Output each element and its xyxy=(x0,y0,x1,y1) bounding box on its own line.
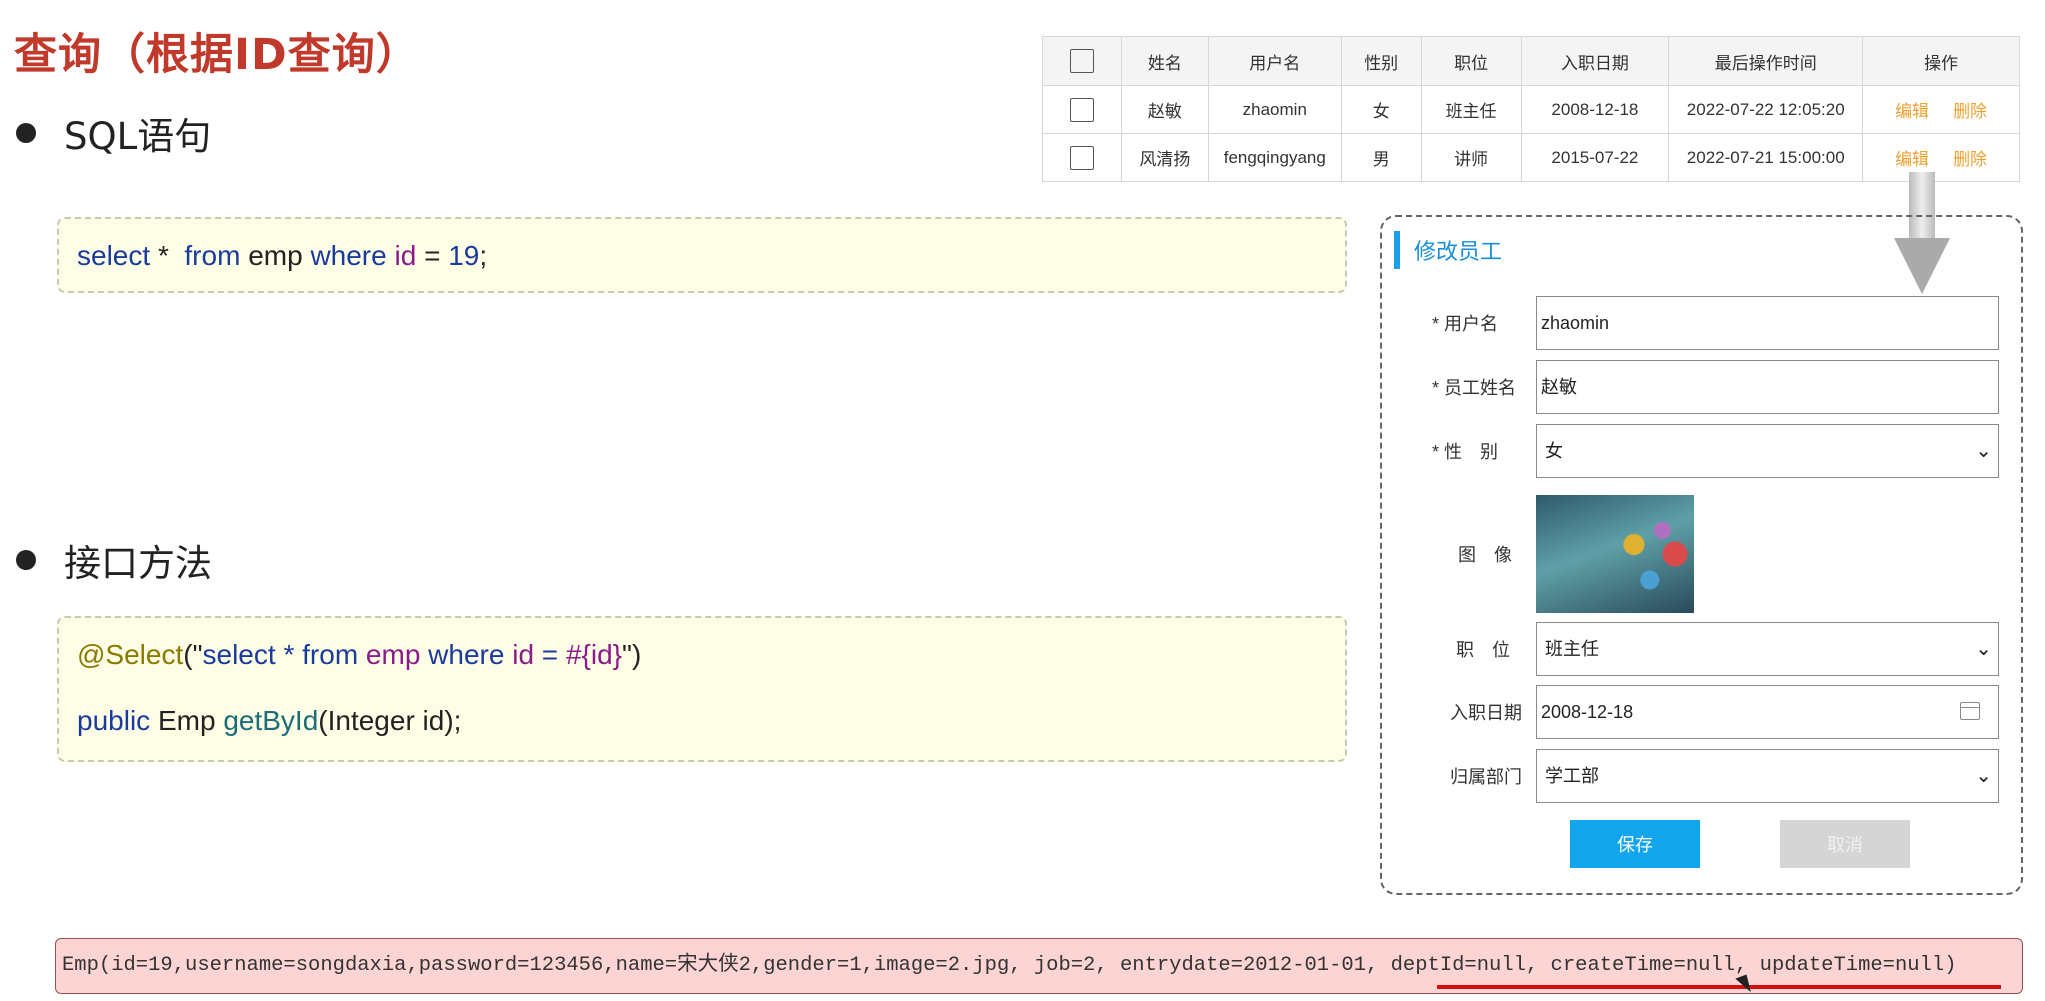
cell-entry-date: 2008-12-18 xyxy=(1520,85,1670,134)
dialog-header: 修改员工 xyxy=(1394,231,1502,269)
code-token: public xyxy=(77,705,151,736)
column-header: 入职日期 xyxy=(1520,36,1670,86)
signature-line: public Emp getById(Integer id); xyxy=(77,704,1327,738)
column-header: 用户名 xyxy=(1207,36,1342,86)
dialog-title: 修改员工 xyxy=(1414,239,1503,264)
code-token: * xyxy=(157,240,169,271)
code-token: select xyxy=(77,240,151,271)
code-token: from xyxy=(184,240,241,271)
edit-employee-dialog: 修改员工 * 用户名 zhaomin * 员工姓名 赵敏 * 性 别 女 ⌄ 图… xyxy=(1380,215,2023,895)
table-row: 赵敏 zhaomin 女 班主任 2008-12-18 2022-07-22 1… xyxy=(1042,85,2020,134)
code-token: select xyxy=(202,639,276,670)
cell-gender: 男 xyxy=(1340,133,1422,182)
page-title: 查询（根据ID查询） xyxy=(14,30,420,80)
cell-name: 赵敏 xyxy=(1120,85,1209,134)
calendar-icon[interactable] xyxy=(1960,702,1980,720)
dept-row: 归属部门 学工部 ⌄ xyxy=(1382,749,2025,805)
cancel-button[interactable]: 取消 xyxy=(1780,820,1910,868)
section-label: SQL语句 xyxy=(64,115,212,158)
column-header: 职位 xyxy=(1420,36,1522,86)
edit-link[interactable]: 编辑 xyxy=(1895,102,1929,121)
cell-actions: 编辑 删除 xyxy=(1862,133,2020,182)
job-value: 班主任 xyxy=(1545,639,1599,659)
table-header-row: 姓名 用户名 性别 职位 入职日期 最后操作时间 操作 xyxy=(1042,36,2020,86)
column-header: 操作 xyxy=(1862,36,2020,86)
code-token: where xyxy=(428,639,505,670)
chevron-down-icon: ⌄ xyxy=(1975,765,1992,787)
cell-username: zhaomin xyxy=(1207,85,1342,134)
cell-job: 讲师 xyxy=(1420,133,1522,182)
code-token: ; xyxy=(479,240,488,271)
code-token: = xyxy=(424,240,441,271)
cell-actions: 编辑 删除 xyxy=(1862,85,2020,134)
save-button[interactable]: 保存 xyxy=(1570,820,1700,868)
checkbox[interactable] xyxy=(1069,49,1094,73)
code-token: 19 xyxy=(448,240,480,271)
cell-name: 风清扬 xyxy=(1120,133,1209,182)
section-method: 接口方法 xyxy=(16,533,212,587)
entry-date-row: 入职日期 2008-12-18 xyxy=(1382,685,2025,741)
image-row: 图 像 xyxy=(1382,527,2025,583)
code-token: where xyxy=(310,240,387,271)
chevron-down-icon: ⌄ xyxy=(1975,638,1992,660)
code-token: getById xyxy=(223,705,319,736)
code-token: ") xyxy=(622,639,642,670)
method-code-block: @Select("select * from emp where id = #{… xyxy=(57,616,1347,762)
chevron-down-icon: ⌄ xyxy=(1975,440,1992,462)
code-token: id xyxy=(394,240,417,271)
cell-entry-date: 2015-07-22 xyxy=(1520,133,1670,182)
row-select-cell[interactable] xyxy=(1042,85,1122,134)
select-all-cell[interactable] xyxy=(1042,36,1122,86)
annotation-line: @Select("select * from emp where id = #{… xyxy=(77,638,1327,672)
column-header: 最后操作时间 xyxy=(1668,36,1864,86)
checkbox[interactable] xyxy=(1069,145,1094,170)
employee-table: 姓名 用户名 性别 职位 入职日期 最后操作时间 操作 赵敏 zhaomin 女… xyxy=(1042,36,2020,182)
section-sql: SQL语句 xyxy=(16,106,211,160)
avatar-image[interactable] xyxy=(1536,495,1694,613)
code-token: emp xyxy=(248,240,303,271)
code-token: (" xyxy=(183,639,203,670)
gender-value: 女 xyxy=(1545,441,1563,461)
code-token: Emp xyxy=(157,705,216,736)
name-input[interactable]: 赵敏 xyxy=(1536,360,1999,414)
bullet-icon xyxy=(16,123,36,143)
entry-date-input[interactable]: 2008-12-18 xyxy=(1536,685,1999,739)
column-header: 姓名 xyxy=(1120,36,1209,86)
code-token: * xyxy=(283,639,295,670)
job-row: 职 位 班主任 ⌄ xyxy=(1382,622,2025,678)
delete-link[interactable]: 删除 xyxy=(1953,102,1987,121)
delete-link[interactable]: 删除 xyxy=(1953,150,1987,169)
cell-updated: 2022-07-21 15:00:00 xyxy=(1668,133,1864,182)
edit-link[interactable]: 编辑 xyxy=(1895,150,1929,169)
username-row: * 用户名 zhaomin xyxy=(1382,296,2025,352)
code-token: #{id} xyxy=(565,639,623,670)
cell-updated: 2022-07-22 12:05:20 xyxy=(1668,85,1864,134)
accent-bar xyxy=(1394,231,1400,269)
sql-code-block: select * from emp where id = 19; xyxy=(57,217,1347,293)
highlight-underline xyxy=(1437,985,2001,989)
table-row: 风清扬 fengqingyang 男 讲师 2015-07-22 2022-07… xyxy=(1042,133,2020,182)
code-token: (Integer id); xyxy=(318,705,462,736)
code-token: @Select xyxy=(77,639,184,670)
code-token: from xyxy=(302,639,359,670)
cell-gender: 女 xyxy=(1340,85,1422,134)
entry-date-value: 2008-12-18 xyxy=(1541,702,1634,722)
bullet-icon xyxy=(16,550,36,570)
code-token: emp xyxy=(365,639,421,670)
dept-select[interactable]: 学工部 ⌄ xyxy=(1536,749,1999,803)
column-header: 性别 xyxy=(1340,36,1422,86)
gender-select[interactable]: 女 ⌄ xyxy=(1536,424,1999,478)
code-token: id xyxy=(512,639,535,670)
section-label: 接口方法 xyxy=(64,542,212,585)
username-input[interactable]: zhaomin xyxy=(1536,296,1999,350)
job-select[interactable]: 班主任 ⌄ xyxy=(1536,622,1999,676)
dept-value: 学工部 xyxy=(1545,766,1599,786)
row-select-cell[interactable] xyxy=(1042,133,1122,182)
cell-username: fengqingyang xyxy=(1207,133,1342,182)
code-token: = xyxy=(541,639,559,670)
checkbox[interactable] xyxy=(1069,97,1094,122)
cell-job: 班主任 xyxy=(1420,85,1522,134)
name-row: * 员工姓名 赵敏 xyxy=(1382,360,2025,416)
gender-row: * 性 别 女 ⌄ xyxy=(1382,424,2025,480)
